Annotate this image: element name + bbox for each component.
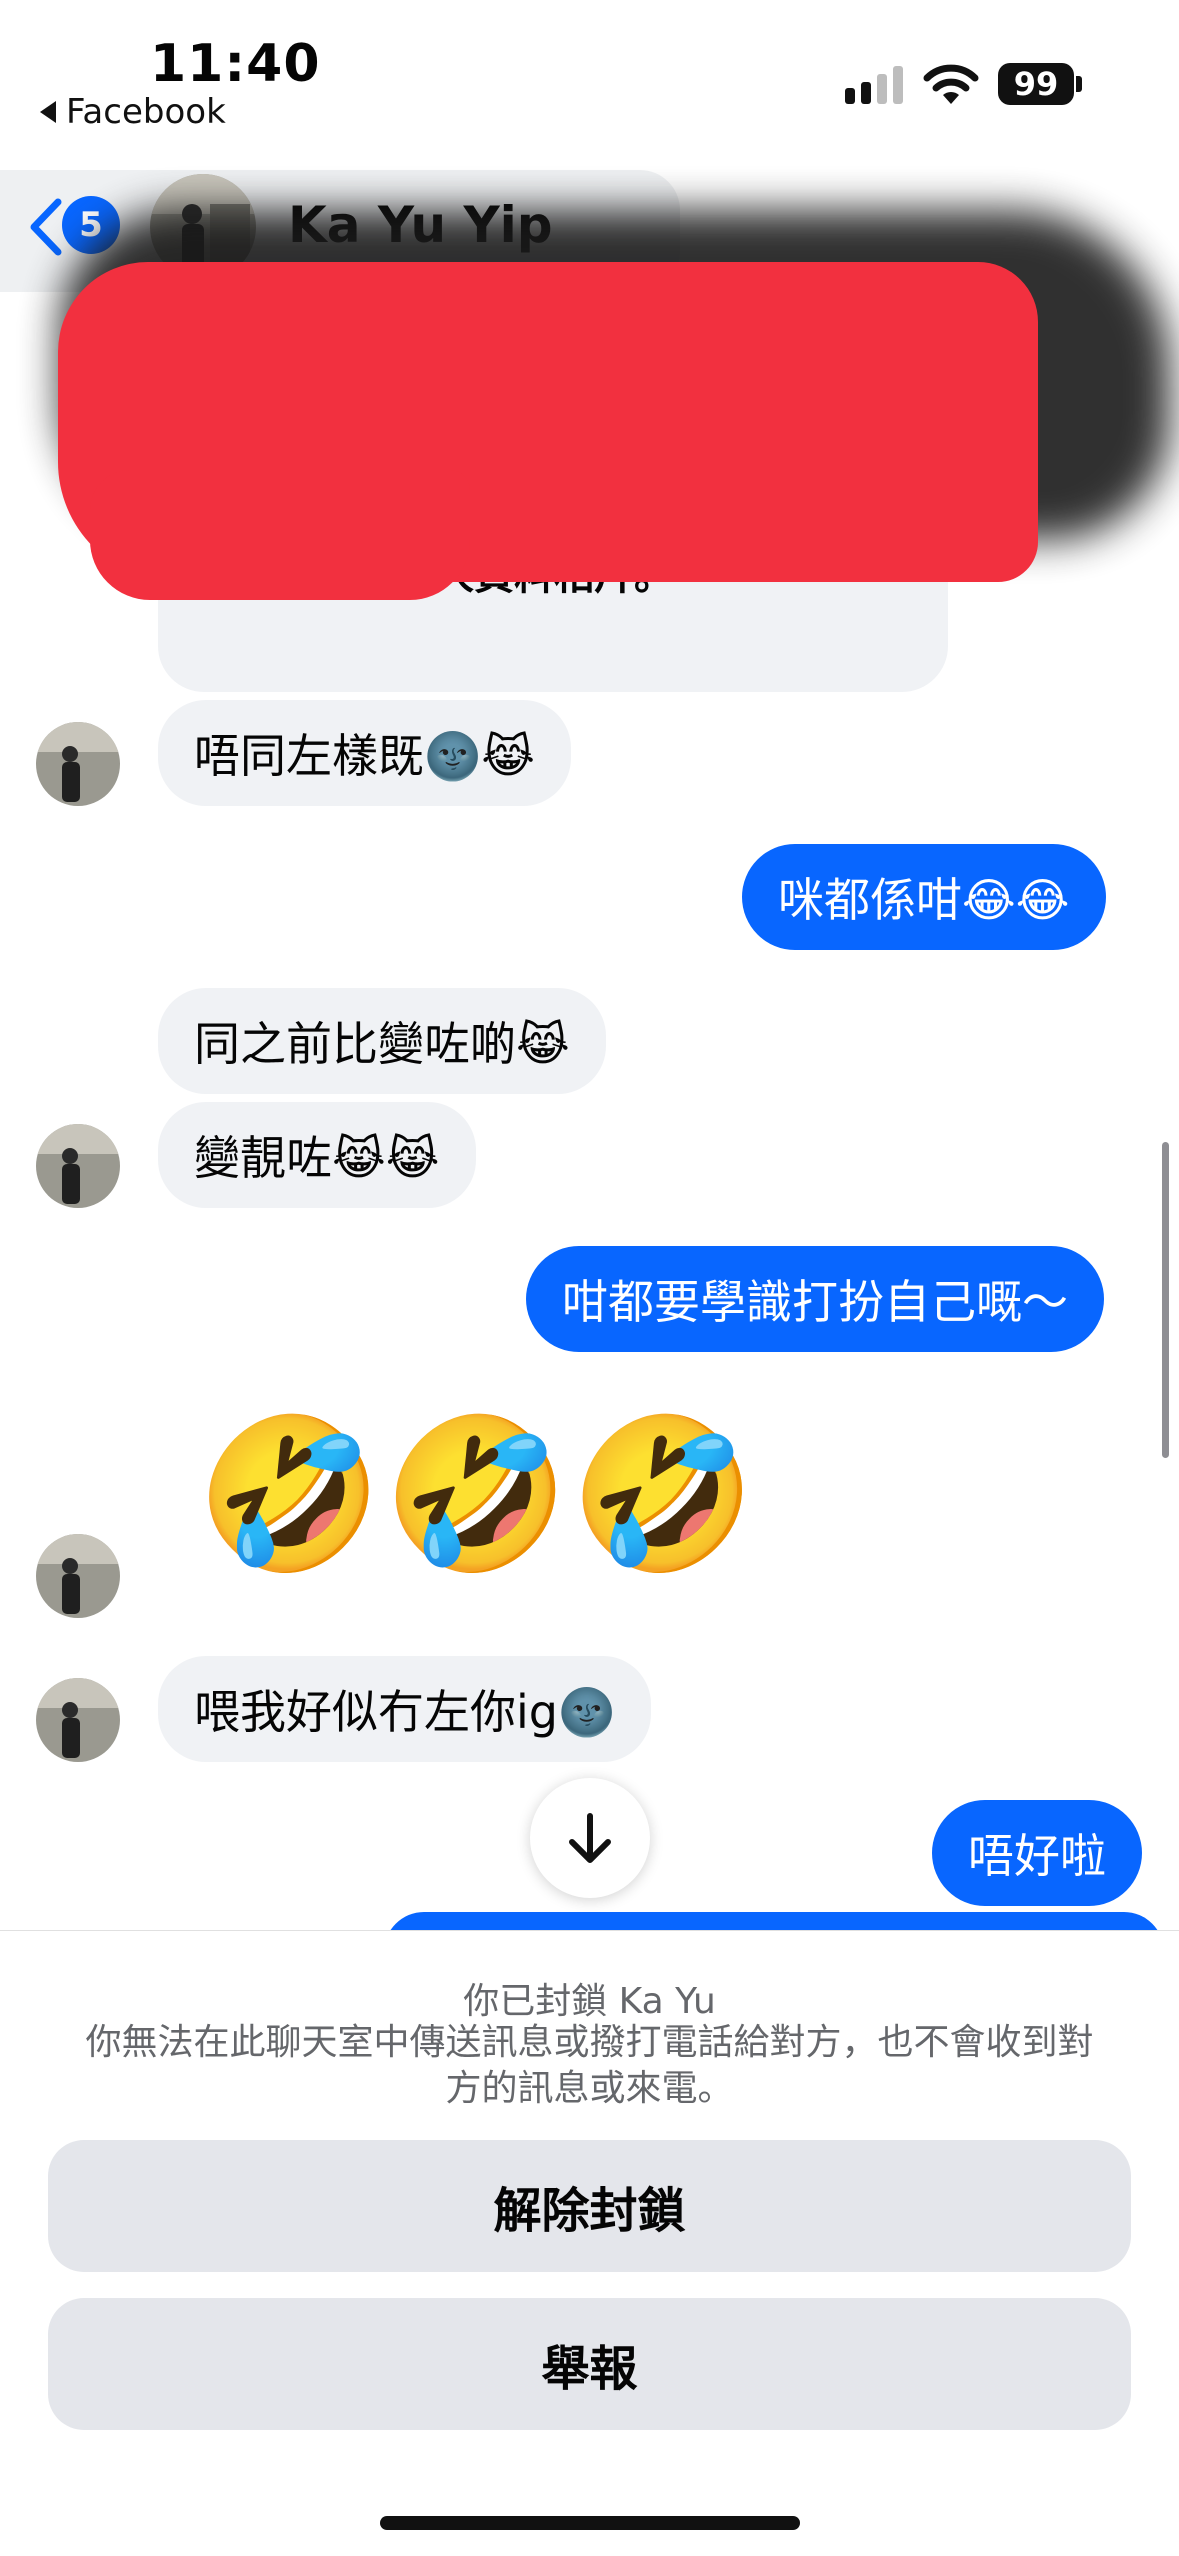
sender-avatar[interactable] [36, 1678, 120, 1762]
arrow-down-icon [569, 1813, 611, 1863]
scroll-to-bottom-button[interactable] [530, 1778, 650, 1898]
message-bubble-incoming[interactable]: 同之前比變咗啲😹 [158, 988, 606, 1094]
scrollbar[interactable] [1162, 1142, 1169, 1458]
back-to-app-link[interactable]: Facebook [40, 92, 226, 132]
message-bubble-outgoing[interactable]: 唔好啦 [932, 1800, 1142, 1906]
emoji-message[interactable]: 🤣🤣🤣 [196, 1420, 756, 1570]
unblock-button[interactable]: 解除封鎖 [48, 2140, 1131, 2272]
blocked-description: 你無法在此聊天室中傳送訊息或撥打電話給對方，也不會收到對方的訊息或來電。 [85, 2022, 1094, 2109]
back-triangle-icon [40, 101, 56, 123]
home-indicator[interactable] [380, 2516, 800, 2530]
cellular-signal-icon [845, 66, 903, 104]
message-bubble-outgoing[interactable]: 咪都係咁😂😂 [742, 844, 1106, 950]
sender-avatar[interactable] [36, 1124, 120, 1208]
back-app-label: Facebook [66, 92, 226, 132]
message-bubble-incoming[interactable]: 喂我好似冇左你ig🌚 [158, 1656, 652, 1762]
message-bubble-outgoing[interactable]: 咁都要學識打扮自己嘅～ [526, 1246, 1104, 1352]
sender-avatar[interactable] [36, 1534, 120, 1618]
message-bubble-incoming[interactable]: 唔同左樣既🌚😹 [158, 700, 572, 806]
back-chevron-icon[interactable] [26, 196, 66, 258]
status-time: 11:40 [150, 34, 321, 94]
blocked-title: 你已封鎖 Ka Yu [463, 1981, 716, 2022]
redaction-mark [90, 470, 470, 600]
sender-avatar[interactable] [36, 722, 120, 806]
message-bubble-incoming[interactable]: 變靚咗😹😹 [158, 1102, 476, 1208]
wifi-icon [923, 64, 979, 104]
battery-tip [1076, 76, 1082, 92]
report-button[interactable]: 舉報 [48, 2298, 1131, 2430]
battery-indicator: 99 [998, 63, 1074, 105]
